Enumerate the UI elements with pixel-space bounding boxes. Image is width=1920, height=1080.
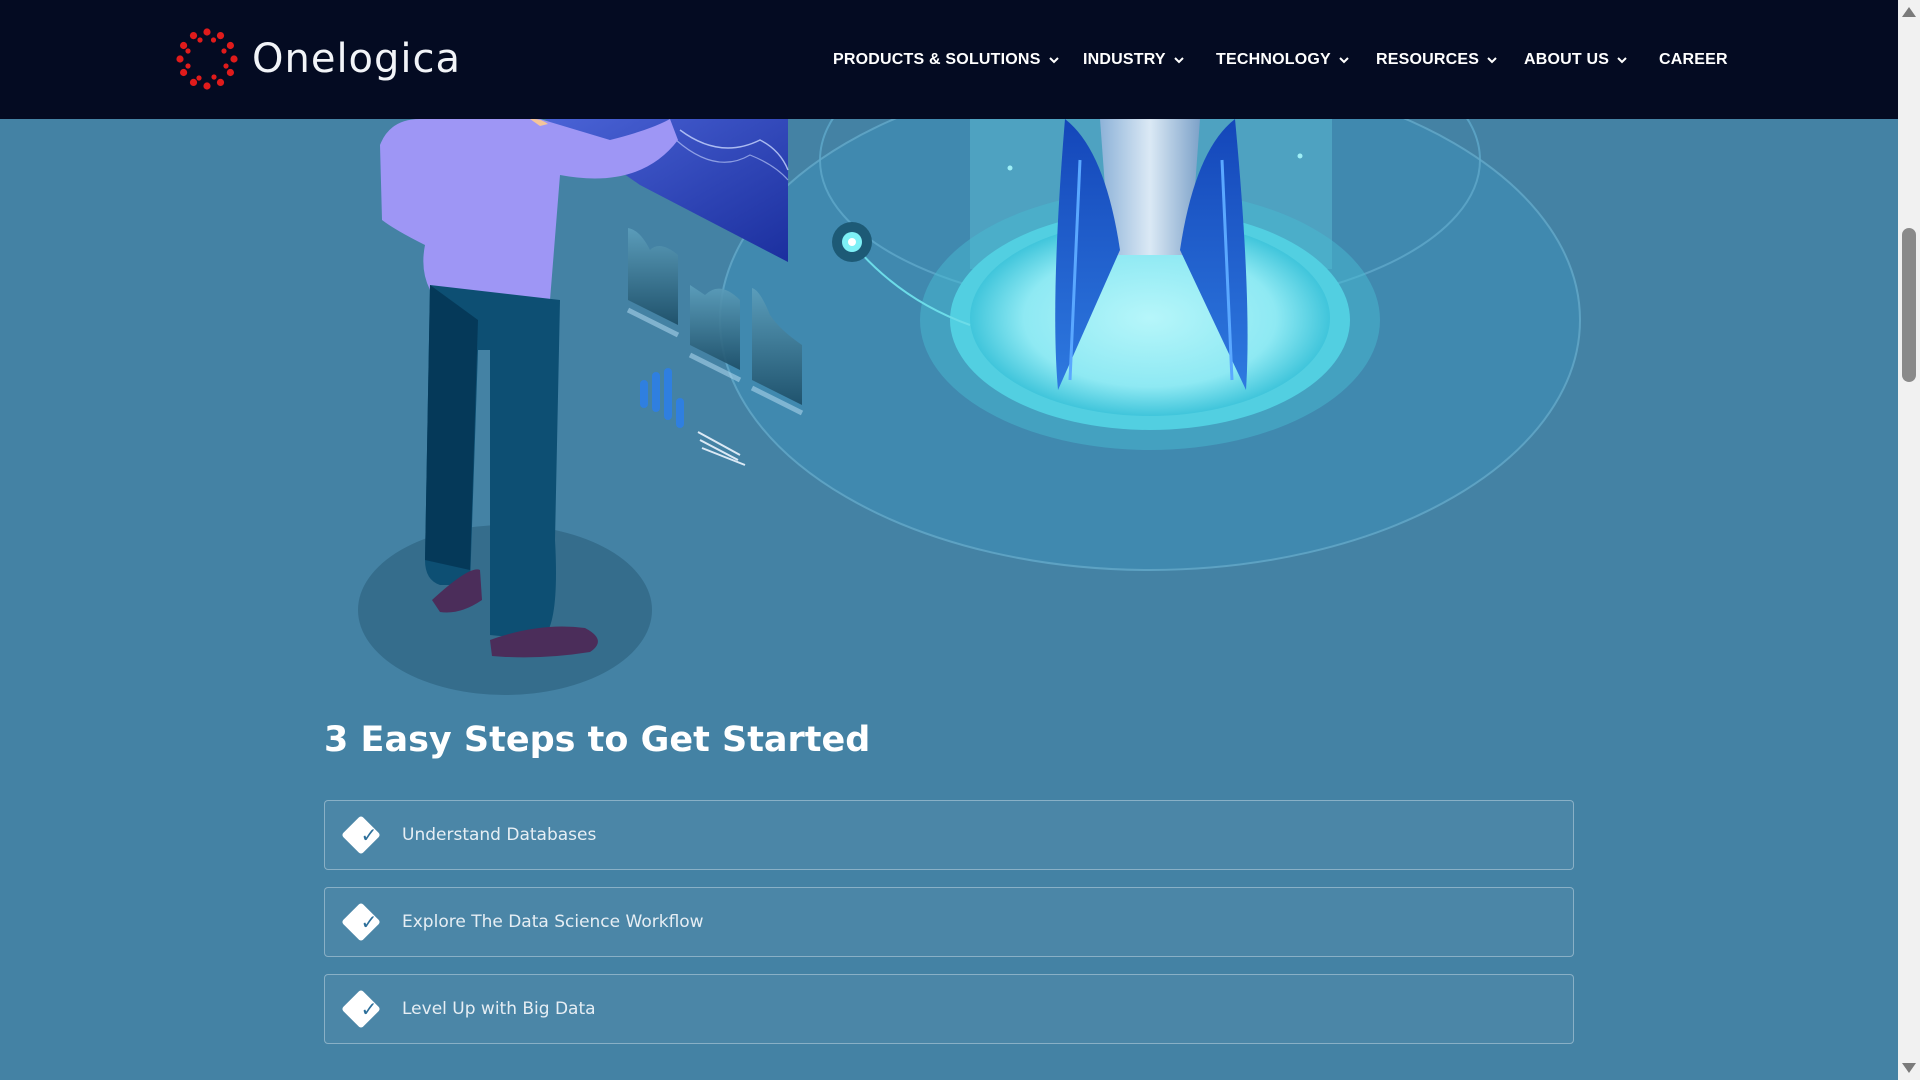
nav-career[interactable]: CAREER (1659, 0, 1728, 119)
scroll-down-arrow-icon[interactable] (1902, 1063, 1916, 1073)
nav-technology[interactable]: TECHNOLOGY (1216, 0, 1350, 119)
nav-label: CAREER (1659, 50, 1728, 68)
nav-label: TECHNOLOGY (1216, 50, 1331, 68)
brand-logo[interactable]: Onelogica (176, 28, 461, 90)
steps-heading: 3 Easy Steps to Get Started (324, 720, 871, 760)
nav-resources[interactable]: RESOURCES (1376, 0, 1498, 119)
chevron-down-icon (1487, 56, 1497, 63)
onelogica-logo-icon (176, 28, 238, 90)
chevron-down-icon (1174, 56, 1184, 63)
brand-name: Onelogica (252, 36, 462, 82)
step-item-understand-databases[interactable]: ✓ Understand Databases (324, 800, 1574, 870)
check-icon: ✓ (360, 910, 378, 934)
nav-label: RESOURCES (1376, 50, 1480, 68)
chevron-down-icon (1339, 56, 1349, 63)
step-item-level-up-big-data[interactable]: ✓ Level Up with Big Data (324, 974, 1574, 1044)
step-label: Explore The Data Science Workflow (402, 912, 704, 932)
step-label: Level Up with Big Data (402, 999, 596, 1019)
nav-products-solutions[interactable]: PRODUCTS & SOLUTIONS (833, 0, 1060, 119)
check-icon: ✓ (360, 997, 378, 1021)
check-icon: ✓ (360, 823, 378, 847)
site-header: Onelogica PRODUCTS & SOLUTIONS INDUSTRY … (0, 0, 1898, 119)
step-label: Understand Databases (402, 825, 597, 845)
chevron-down-icon (1617, 56, 1627, 63)
nav-label: ABOUT US (1524, 50, 1610, 68)
nav-industry[interactable]: INDUSTRY (1083, 0, 1185, 119)
nav-label: INDUSTRY (1083, 50, 1166, 68)
nav-about-us[interactable]: ABOUT US (1524, 0, 1628, 119)
scroll-thumb[interactable] (1902, 228, 1916, 382)
chevron-down-icon (1048, 56, 1059, 63)
step-item-explore-workflow[interactable]: ✓ Explore The Data Science Workflow (324, 887, 1574, 957)
nav-label: PRODUCTS & SOLUTIONS (833, 50, 1041, 68)
vertical-scrollbar[interactable] (1898, 0, 1920, 1080)
scroll-up-arrow-icon[interactable] (1902, 7, 1916, 17)
